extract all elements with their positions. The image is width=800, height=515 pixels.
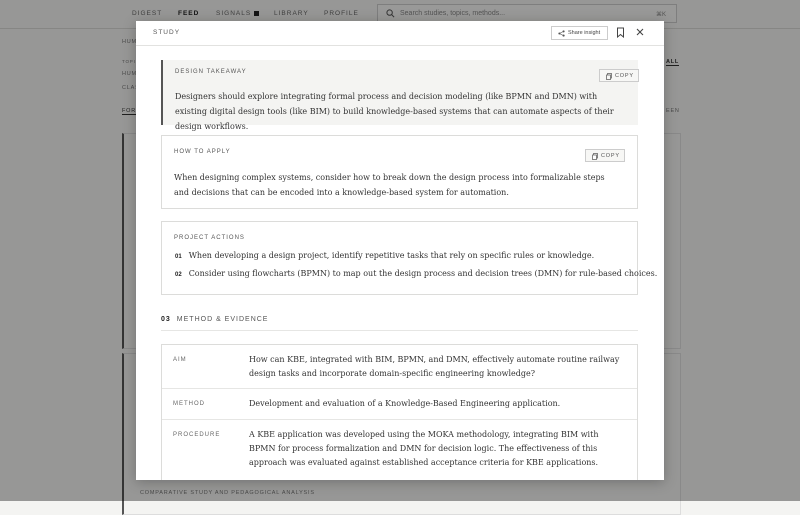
row-key: PROCEDURE: [173, 432, 221, 438]
share-icon: [558, 30, 565, 37]
action-number: 02: [175, 272, 182, 278]
project-actions-title: PROJECT ACTIONS: [174, 235, 245, 241]
project-action-item: 02 Consider using flowcharts (BPMN) to ma…: [175, 269, 657, 278]
section-title: METHOD & EVIDENCE: [176, 316, 269, 323]
copy-how-to-apply-button[interactable]: COPY: [585, 149, 625, 162]
copy-takeaway-button[interactable]: COPY: [599, 69, 639, 82]
table-row: PROCEDURE A KBE application was develope…: [162, 419, 637, 480]
how-to-apply-text: When designing complex systems, consider…: [174, 173, 605, 197]
design-takeaway-text: Designers should explore integrating for…: [175, 92, 614, 131]
action-text: Consider using flowcharts (BPMN) to map …: [188, 269, 658, 278]
copy-icon: [606, 73, 612, 80]
modal-header: STUDY Share insight: [136, 21, 664, 46]
copy-icon: [592, 153, 598, 160]
table-row: METHOD Development and evaluation of a K…: [162, 388, 637, 420]
design-takeaway-title: DESIGN TAKEAWAY: [175, 69, 247, 75]
section-number: 03: [161, 316, 171, 323]
modal-label: STUDY: [153, 29, 181, 36]
copy-label: COPY: [601, 153, 620, 159]
design-takeaway-panel: DESIGN TAKEAWAY COPY Designers should ex…: [161, 60, 639, 131]
share-label: Share insight: [568, 30, 601, 36]
action-number: 01: [175, 254, 182, 260]
row-value: A KBE application was developed using th…: [249, 430, 599, 467]
method-evidence-table: AIM How can KBE, integrated with BIM, BP…: [161, 344, 638, 480]
action-text: When developing a design project, identi…: [188, 251, 595, 260]
copy-label: COPY: [615, 73, 634, 79]
close-icon[interactable]: [636, 28, 644, 36]
row-key: METHOD: [173, 401, 205, 407]
project-action-item: 01 When developing a design project, iden…: [175, 251, 594, 260]
project-actions-panel: PROJECT ACTIONS 01 When developing a desi…: [161, 221, 657, 295]
row-value: How can KBE, integrated with BIM, BPMN, …: [249, 355, 620, 378]
row-key: AIM: [173, 357, 187, 363]
table-row: AIM How can KBE, integrated with BIM, BP…: [162, 345, 637, 389]
how-to-apply-title: HOW TO APPLY: [174, 149, 231, 155]
row-value: Development and evaluation of a Knowledg…: [249, 399, 561, 408]
method-evidence-heading: 03 METHOD & EVIDENCE: [161, 316, 268, 323]
study-modal: STUDY Share insight DESIGN TAKEAWAY COPY…: [136, 21, 664, 480]
share-insight-button[interactable]: Share insight: [551, 26, 608, 40]
section-divider: [161, 330, 638, 331]
bookmark-icon[interactable]: [616, 27, 625, 38]
how-to-apply-panel: HOW TO APPLY COPY When designing complex…: [161, 135, 638, 209]
